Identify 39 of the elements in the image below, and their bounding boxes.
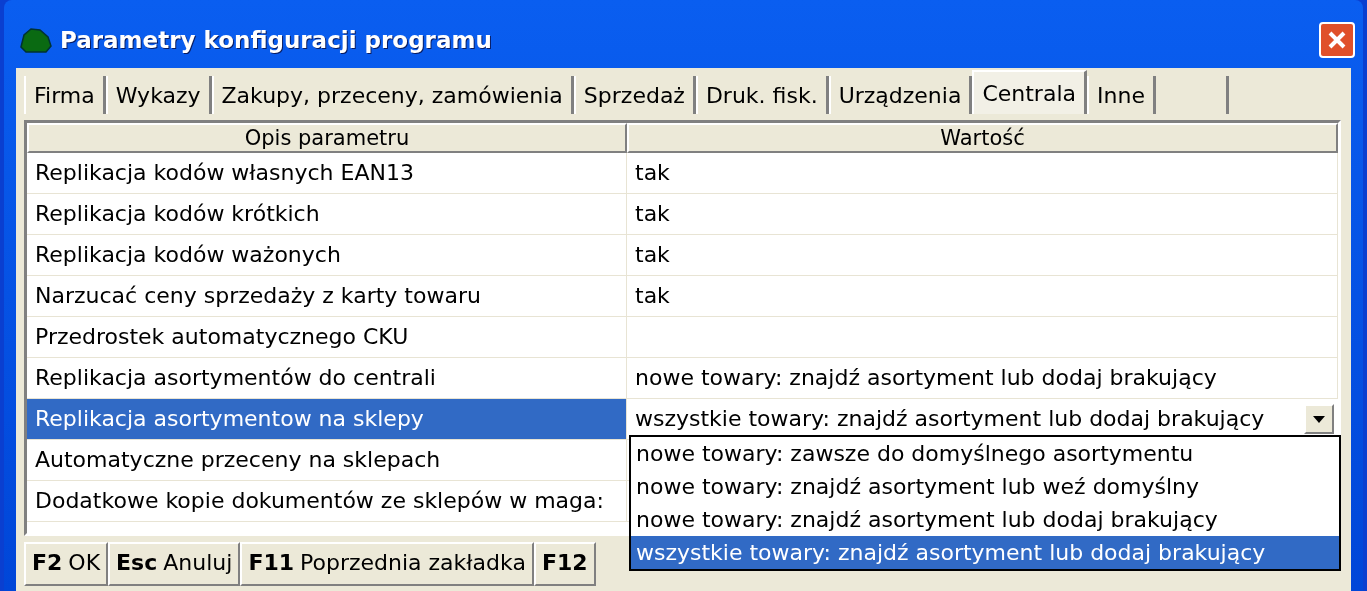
window-title: Parametry konfiguracji programu [60, 27, 493, 53]
shortcut-hint[interactable]: F2 OK [24, 542, 109, 586]
table-cell: Dodatkowe kopie dokumentów ze sklepów w maga: [27, 481, 627, 521]
column-header[interactable]: Opis parametru [27, 123, 627, 153]
table-cell: Replikacja asortymentow na sklepy [27, 399, 627, 439]
tab[interactable]: Firma [24, 76, 106, 114]
table-cell: Automatyczne przeceny na sklepach [27, 440, 627, 480]
table-cell: nowe towary: znajdź asortyment lub dodaj brakujący [627, 358, 1338, 398]
dropdown-option[interactable]: nowe towary: znajdź asortyment lub weź domyślny [631, 470, 1339, 503]
table-cell: Replikacja kodów ważonych [27, 235, 627, 275]
table-cell: tak [627, 153, 1338, 193]
tab[interactable]: Urządzenia [828, 76, 973, 114]
table-cell: tak [627, 276, 1338, 316]
table-cell: Przedrostek automatycznego CKU [27, 317, 627, 357]
tab[interactable]: Inne [1087, 76, 1156, 114]
close-button[interactable] [1319, 22, 1355, 58]
tab[interactable]: Wykazy [105, 76, 212, 114]
dropdown-option[interactable]: wszystkie towary: znajdź asortyment lub dodaj brakujący [631, 536, 1339, 569]
table-cell: Replikacja asortymentów do centrali [27, 358, 627, 398]
tab[interactable]: Centrala [972, 70, 1087, 114]
dropdown-button[interactable] [1304, 404, 1334, 434]
column-header[interactable]: Wartość [627, 123, 1338, 153]
table-cell: tak [627, 235, 1338, 275]
close-icon [1327, 30, 1347, 50]
table-cell: Replikacja kodów własnych EAN13 [27, 153, 627, 193]
table-cell: tak [627, 194, 1338, 234]
shortcut-hint[interactable]: Esc Anuluj [108, 542, 241, 586]
dropdown-option[interactable]: nowe towary: znajdź asortyment lub dodaj brakujący [631, 503, 1339, 536]
combo-value[interactable]: wszystkie towary: znajdź asortyment lub dodaj brakujący [635, 399, 1265, 439]
app-icon [18, 27, 52, 53]
tab[interactable]: Zakupy, przeceny, zamówienia [211, 76, 574, 114]
shortcut-hint[interactable]: F12 [533, 542, 596, 586]
table-cell: Narzucać ceny sprzedaży z karty towaru [27, 276, 627, 316]
caret-icon [1313, 415, 1325, 423]
tab[interactable]: Sprzedaż [573, 76, 696, 114]
table-cell: Replikacja kodów krótkich [27, 194, 627, 234]
shortcut-hint[interactable]: F11 Poprzednia zakładka [240, 542, 534, 586]
tab[interactable]: Druk. fisk. [695, 76, 829, 114]
dropdown-option[interactable]: nowe towary: zawsze do domyślnego asortymentu [631, 437, 1339, 470]
